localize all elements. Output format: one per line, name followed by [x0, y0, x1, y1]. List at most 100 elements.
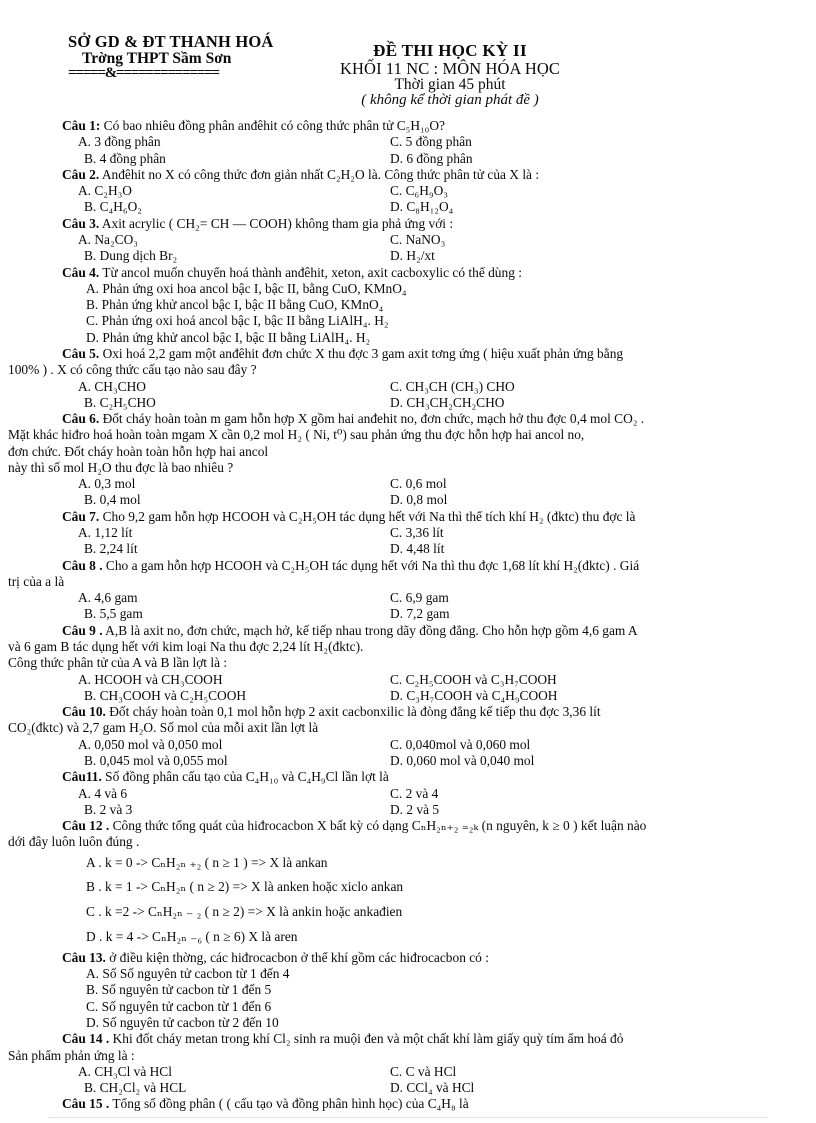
question-5: Câu 5. Oxi hoá 2,2 gam một anđêhit đơn c…: [0, 346, 816, 411]
question-number: Câu 5.: [62, 345, 100, 361]
answer-option[interactable]: C. CH₃CH (CH₃) CHO: [390, 379, 515, 395]
answer-option[interactable]: A. CH₃CHO: [62, 379, 390, 395]
answer-option[interactable]: B. 5,5 gam: [62, 606, 390, 622]
answer-option[interactable]: C. C₂H₅COOH và C₃H₇COOH: [390, 672, 557, 688]
answer-option[interactable]: D. Số nguyên tử cacbon từ 2 đến 10: [62, 1015, 816, 1031]
answer-option[interactable]: C. Phản ứng oxi hoá ancol bậc I, bậc II …: [62, 313, 816, 329]
question-3: Câu 3. Axit acrylic ( CH₂= CH — COOH) kh…: [0, 216, 816, 265]
answer-options: A. Na₂CO₃ C. NaNO₃ B. Dung dịch Br₂ D. H₂/x…: [0, 232, 816, 265]
answer-option[interactable]: C . k =2 -> CₙH₂ₙ ₋ ₂ ( n ≥ 2) => X là a…: [62, 900, 816, 925]
answer-option[interactable]: D. 7,2 gam: [390, 606, 450, 622]
question-stem: Câu 2. Anđêhit no X có công thức đơn giả…: [0, 167, 816, 183]
question-text: Axit acrylic ( CH₂= CH — COOH) không tha…: [99, 215, 454, 231]
answer-option[interactable]: B. Phản ứng khử ancol bậc I, bậc II bằng…: [62, 297, 816, 313]
answer-option[interactable]: C. 6,9 gam: [390, 590, 449, 606]
question-stem-continuation: dới đây luôn luôn đúng .: [8, 834, 140, 850]
question-text: Từ ancol muốn chuyển hoá thành anđêhit, …: [99, 264, 522, 280]
answer-option[interactable]: A. 0,050 mol và 0,050 mol: [62, 737, 390, 753]
answer-option[interactable]: A. HCOOH và CH₃COOH: [62, 672, 390, 688]
answer-option[interactable]: B. 4 đồng phân: [62, 151, 390, 167]
answer-option-row: B. CH₃COOH và C₂H₅COOH D. C₃H₇COOH và C₄H…: [62, 688, 816, 704]
answer-options: A. 4,6 gam C. 6,9 gam B. 5,5 gam D. 7,2 gam: [0, 590, 816, 623]
answer-option[interactable]: A. Số Số nguyên tử cacbon từ 1 đến 4: [62, 966, 816, 982]
answer-option[interactable]: B. Số nguyên tử cacbon từ 1 đến 5: [62, 982, 816, 998]
answer-option-row: A. Na₂CO₃ C. NaNO₃: [62, 232, 816, 248]
question-14: Câu 14 . Khi đốt cháy metan trong khí Cl…: [0, 1031, 816, 1096]
answer-option-row: A. 1,12 lít C. 3,36 lít: [62, 525, 816, 541]
answer-options: A. 0,050 mol và 0,050 mol C. 0,040mol và …: [0, 737, 816, 770]
answer-option[interactable]: B . k = 1 -> CₙH₂ₙ ( n ≥ 2) => X là anke…: [62, 875, 816, 900]
question-stem-continuation: này thì số mol H₂O thu đợc là bao nhiêu …: [8, 459, 234, 475]
answer-option[interactable]: A. 3 đồng phân: [62, 134, 390, 150]
answer-option[interactable]: A. 4 và 6: [62, 786, 390, 802]
answer-option[interactable]: C. C₆H₉O₃: [390, 183, 448, 199]
answer-option[interactable]: D. 4,48 lít: [390, 541, 444, 557]
answer-option[interactable]: A. 0,3 mol: [62, 476, 390, 492]
question-number: Câu 13.: [62, 949, 106, 965]
answer-option[interactable]: A. CH₃Cl và HCl: [62, 1064, 390, 1080]
question-9: Câu 9 . A,B là axit no, đơn chức, mạch h…: [0, 623, 816, 704]
answer-option-row: B. Dung dịch Br₂ D. H₂/xt: [62, 248, 816, 264]
answer-option[interactable]: C. Số nguyên tử cacbon từ 1 đến 6: [62, 999, 816, 1015]
answer-options: A. Số Số nguyên tử cacbon từ 1 đến 4 B. S…: [0, 966, 816, 1031]
question-stem: Câu 12 . Công thức tổng quát của hiđroca…: [0, 818, 816, 834]
answer-option[interactable]: D. 0,8 mol: [390, 492, 447, 508]
answer-option[interactable]: D . k = 4 -> CₙH₂ₙ ₋₆ ( n ≥ 6) X là aren: [62, 925, 816, 950]
answer-option[interactable]: D. C₃H₇COOH và C₄H₉COOH: [390, 688, 557, 704]
answer-option[interactable]: A. Na₂CO₃: [62, 232, 390, 248]
school-block: SỞ GD & ĐT THANH HOÁ Trờng THPT Sầm Sơn …: [68, 33, 338, 81]
question-text: Đốt cháy hoàn toàn 0,1 mol hỗn hợp 2 axi…: [105, 704, 601, 720]
answer-option[interactable]: D. CH₃CH₂CH₂CHO: [390, 395, 504, 411]
answer-option-row: B. 2,24 lít D. 4,48 lít: [62, 541, 816, 557]
question-stem: Câu 10. Đốt cháy hoàn toàn 0,1 mol hỗn h…: [0, 704, 816, 720]
answer-option[interactable]: D. 6 đồng phân: [390, 151, 473, 167]
answer-option[interactable]: C. 0,040mol và 0,060 mol: [390, 737, 530, 753]
answer-options: A. Phản ứng oxi hoa ancol bậc I, bậc II,…: [0, 281, 816, 346]
answer-option[interactable]: A. 1,12 lít: [62, 525, 390, 541]
answer-option[interactable]: B. C₂H₅CHO: [62, 395, 390, 411]
answer-option[interactable]: B. 0,4 mol: [62, 492, 390, 508]
answer-option[interactable]: C. 2 và 4: [390, 786, 438, 802]
answer-option[interactable]: B. CH₃COOH và C₂H₅COOH: [62, 688, 390, 704]
answer-options: A . k = 0 -> CₙH₂ₙ ₊₂ ( n ≥ 1 ) => X là …: [0, 851, 816, 950]
answer-option[interactable]: D. CCl₄ và HCl: [390, 1080, 474, 1096]
answer-option[interactable]: B. 0,045 mol và 0,055 mol: [62, 753, 390, 769]
answer-option[interactable]: A. 4,6 gam: [62, 590, 390, 606]
answer-option[interactable]: B. CH₂Cl₂ và HCL: [62, 1080, 390, 1096]
question-stem: Câu11. Số đồng phân cấu tạo của C₄H₁₀ và…: [0, 769, 816, 785]
question-stem: Câu 4. Từ ancol muốn chuyển hoá thành an…: [0, 265, 816, 281]
answer-option[interactable]: A. C₂H₃O: [62, 183, 390, 199]
answer-option-row: A. CH₃CHO C. CH₃CH (CH₃) CHO: [62, 379, 816, 395]
answer-option[interactable]: B. Dung dịch Br₂: [62, 248, 390, 264]
answer-option-row: B. 4 đồng phân D. 6 đồng phân: [62, 151, 816, 167]
answer-option[interactable]: D. 0,060 mol và 0,040 mol: [390, 753, 534, 769]
answer-option[interactable]: D. C₈H₁₂O₄: [390, 199, 453, 215]
answer-option[interactable]: B. 2,24 lít: [62, 541, 390, 557]
answer-option[interactable]: B. 2 và 3: [62, 802, 390, 818]
question-4: Câu 4. Từ ancol muốn chuyển hoá thành an…: [0, 265, 816, 346]
question-stem: Câu 5. Oxi hoá 2,2 gam một anđêhit đơn c…: [0, 346, 816, 362]
answer-option[interactable]: A. Phản ứng oxi hoa ancol bậc I, bậc II,…: [62, 281, 816, 297]
answer-options: A. 0,3 mol C. 0,6 mol B. 0,4 mol D. 0,8 mol: [0, 476, 816, 509]
question-stem: Câu 8 . Cho a gam hỗn hợp HCOOH và C₂H₅O…: [0, 558, 816, 574]
question-number: Câu 8 .: [62, 557, 103, 573]
answer-option[interactable]: A . k = 0 -> CₙH₂ₙ ₊₂ ( n ≥ 1 ) => X là …: [62, 851, 816, 876]
question-text: Tổng số đồng phân ( ( cấu tạo và đồng ph…: [109, 1096, 469, 1112]
answer-option[interactable]: C. 3,36 lít: [390, 525, 444, 541]
answer-option[interactable]: D. H₂/xt: [390, 248, 435, 264]
question-number: Câu 2.: [62, 166, 100, 182]
answer-option[interactable]: C. NaNO₃: [390, 232, 445, 248]
answer-option[interactable]: B. C₄H₆O₂: [62, 199, 390, 215]
document-header: SỞ GD & ĐT THANH HOÁ Trờng THPT Sầm Sơn …: [0, 0, 816, 107]
question-stem-continuation: Công thức phân tử của A và B lần lợt là …: [8, 655, 228, 671]
question-number: Câu 14 .: [62, 1031, 110, 1047]
answer-option-row: A. HCOOH và CH₃COOH C. C₂H₅COOH và C₃H₇CO…: [62, 672, 816, 688]
answer-option[interactable]: C. 0,6 mol: [390, 476, 447, 492]
question-7: Câu 7. Cho 9,2 gam hỗn hợp HCOOH và C₂H₅…: [0, 509, 816, 558]
answer-option-row: A. 3 đồng phân C. 5 đồng phân: [62, 134, 816, 150]
answer-option[interactable]: C. 5 đồng phân: [390, 134, 472, 150]
answer-option[interactable]: D. Phản ứng khử ancol bậc I, bậc II bằng…: [62, 330, 816, 346]
answer-option-row: B. 0,045 mol và 0,055 mol D. 0,060 mol và…: [62, 753, 816, 769]
answer-option[interactable]: D. 2 và 5: [390, 802, 439, 818]
answer-option[interactable]: C. C và HCl: [390, 1064, 456, 1080]
